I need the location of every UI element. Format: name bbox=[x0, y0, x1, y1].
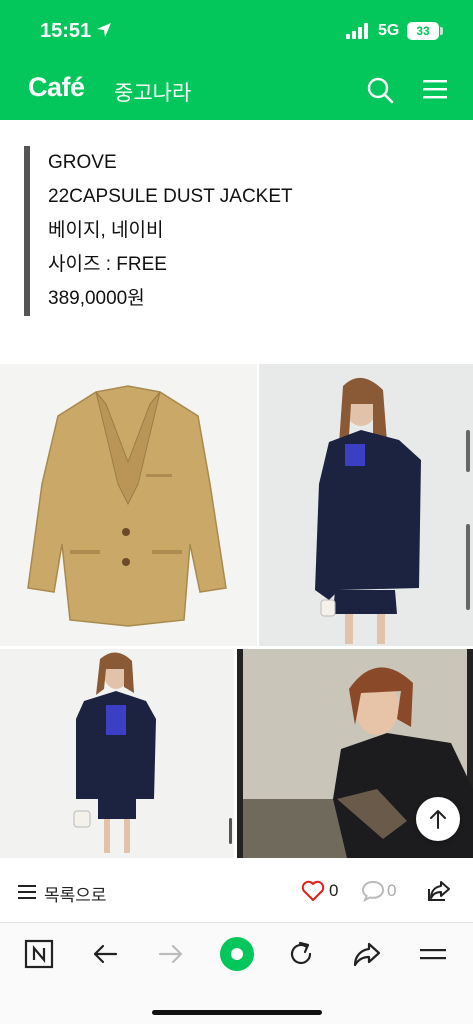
battery-tip bbox=[440, 27, 443, 35]
browser-back-button[interactable] bbox=[90, 939, 124, 973]
browser-share-icon bbox=[353, 942, 381, 967]
menu-icon[interactable] bbox=[423, 78, 447, 100]
location-arrow-icon bbox=[97, 23, 111, 37]
post-footer: 목록으로 0 0 bbox=[0, 860, 473, 922]
forward-icon bbox=[158, 944, 183, 964]
signal-icon bbox=[346, 23, 368, 39]
scrollbar-thumb-upper[interactable] bbox=[466, 430, 470, 472]
heart-icon[interactable] bbox=[301, 880, 325, 902]
scrollbar-thumb-image bbox=[229, 818, 232, 844]
post-brand: GROVE bbox=[48, 152, 117, 173]
scroll-top-icon bbox=[430, 810, 446, 829]
cafe-header: Café 중고나라 bbox=[0, 62, 473, 120]
post-size: 사이즈 : FREE bbox=[48, 254, 167, 275]
battery-level: 33 bbox=[407, 22, 439, 40]
back-icon bbox=[93, 944, 118, 964]
browser-menu-icon bbox=[420, 949, 446, 960]
like-count: 0 bbox=[329, 881, 339, 900]
post-price: 389,0000원 bbox=[48, 288, 145, 309]
reload-icon bbox=[290, 941, 312, 965]
post-body: GROVE 22CAPSULE DUST JACKET 베이지, 네이비 사이즈… bbox=[24, 146, 444, 316]
cafe-name[interactable]: 중고나라 bbox=[114, 77, 191, 107]
navy-jacket-front-image[interactable] bbox=[0, 649, 234, 858]
naver-button[interactable] bbox=[24, 939, 58, 973]
scroll-top-button[interactable] bbox=[416, 797, 460, 841]
status-time: 15:51 bbox=[40, 20, 92, 42]
post-product-name: 22CAPSULE DUST JACKET bbox=[48, 186, 293, 207]
post-colors: 베이지, 네이비 bbox=[48, 220, 164, 241]
naver-icon bbox=[24, 939, 54, 969]
comment-count: 0 bbox=[387, 881, 397, 900]
list-icon[interactable] bbox=[18, 884, 36, 900]
post-images bbox=[0, 364, 473, 858]
share-icon[interactable] bbox=[427, 879, 451, 903]
network-type: 5G bbox=[378, 22, 400, 39]
cafe-logo[interactable]: Café bbox=[28, 72, 85, 103]
browser-menu-button[interactable] bbox=[418, 939, 452, 973]
navy-jacket-model-image[interactable] bbox=[259, 364, 473, 646]
browser-toolbar bbox=[0, 922, 473, 1024]
scrollbar-thumb-lower[interactable] bbox=[466, 524, 470, 610]
browser-share-button[interactable] bbox=[352, 939, 386, 973]
back-to-list-button[interactable]: 목록으로 bbox=[44, 881, 107, 906]
browser-forward-button[interactable] bbox=[156, 939, 190, 973]
search-icon[interactable] bbox=[366, 76, 394, 104]
beige-jacket-image[interactable] bbox=[0, 364, 257, 646]
green-dot-icon bbox=[220, 937, 254, 971]
reload-button[interactable] bbox=[286, 939, 320, 973]
status-bar: 15:51 5G 33 bbox=[0, 0, 473, 62]
green-dot-button[interactable] bbox=[218, 935, 256, 973]
home-indicator[interactable] bbox=[152, 1010, 322, 1015]
comment-icon[interactable] bbox=[361, 880, 385, 902]
